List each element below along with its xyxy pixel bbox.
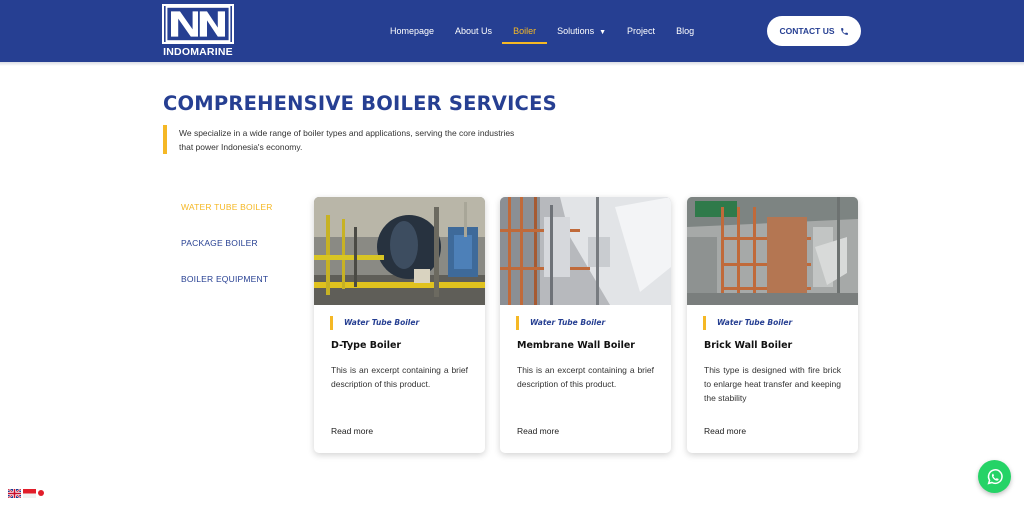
product-card-membrane-wall[interactable]: Water Tube Boiler Membrane Wall Boiler T… xyxy=(500,197,671,453)
nav-blog[interactable]: Blog xyxy=(676,26,694,36)
category-accent-bar xyxy=(703,316,706,330)
brand-name: INDOMARINE xyxy=(163,46,233,58)
intro-accent-bar xyxy=(163,125,167,154)
category-accent-bar xyxy=(330,316,333,330)
contact-us-button[interactable]: CONTACT US xyxy=(767,16,861,46)
product-title[interactable]: D-Type Boiler xyxy=(331,340,401,351)
category-accent-bar xyxy=(516,316,519,330)
read-more-link[interactable]: Read more xyxy=(517,426,559,436)
nav-homepage[interactable]: Homepage xyxy=(390,26,434,36)
nav-boiler[interactable]: Boiler xyxy=(502,26,548,44)
product-title[interactable]: Membrane Wall Boiler xyxy=(517,340,635,351)
indonesia-flag-icon[interactable] xyxy=(23,488,36,498)
page-title: COMPREHENSIVE BOILER SERVICES xyxy=(163,92,557,115)
nav-project[interactable]: Project xyxy=(627,26,655,36)
uk-flag-icon[interactable] xyxy=(8,488,21,498)
read-more-link[interactable]: Read more xyxy=(704,426,746,436)
product-card-brick-wall[interactable]: Water Tube Boiler Brick Wall Boiler This… xyxy=(687,197,858,453)
read-more-link[interactable]: Read more xyxy=(331,426,373,436)
nav-solutions-label: Solutions xyxy=(557,26,595,36)
product-description: This is an excerpt containing a brief de… xyxy=(517,365,654,389)
product-image xyxy=(500,197,671,305)
sidebar-item-boiler-equipment[interactable]: BOILER EQUIPMENT xyxy=(181,274,268,284)
product-card-d-type[interactable]: Water Tube Boiler D-Type Boiler This is … xyxy=(314,197,485,453)
nav-about-us[interactable]: About Us xyxy=(455,26,492,36)
product-image xyxy=(314,197,485,305)
product-category: Water Tube Boiler xyxy=(717,318,793,327)
language-indicator-dot-icon xyxy=(38,490,44,496)
language-switcher[interactable] xyxy=(8,488,44,498)
product-category: Water Tube Boiler xyxy=(344,318,420,327)
brand-logo[interactable]: INDOMARINE xyxy=(162,4,234,58)
phone-icon xyxy=(840,27,848,35)
nav-solutions[interactable]: Solutions ▼ xyxy=(557,26,606,36)
sidebar-item-package-boiler[interactable]: PACKAGE BOILER xyxy=(181,238,258,248)
product-category: Water Tube Boiler xyxy=(530,318,606,327)
product-description: This type is designed with fire brick to… xyxy=(704,365,841,403)
header-shadow xyxy=(0,62,1024,66)
intro-text: We specialize in a wide range of boiler … xyxy=(179,128,515,152)
product-image xyxy=(687,197,858,305)
sidebar-item-water-tube-boiler[interactable]: WATER TUBE BOILER xyxy=(181,202,273,212)
whatsapp-icon xyxy=(987,468,1003,484)
main-nav: Homepage About Us Boiler Solutions ▼ Proj… xyxy=(390,0,715,62)
logo-mark-icon xyxy=(162,4,234,44)
product-description: This is an excerpt containing a brief de… xyxy=(331,365,468,389)
whatsapp-chat-button[interactable] xyxy=(978,460,1011,493)
site-header: INDOMARINE Homepage About Us Boiler Solu… xyxy=(0,0,1024,62)
product-title[interactable]: Brick Wall Boiler xyxy=(704,340,792,351)
chevron-down-icon: ▼ xyxy=(599,29,607,36)
contact-us-label: CONTACT US xyxy=(779,26,835,36)
